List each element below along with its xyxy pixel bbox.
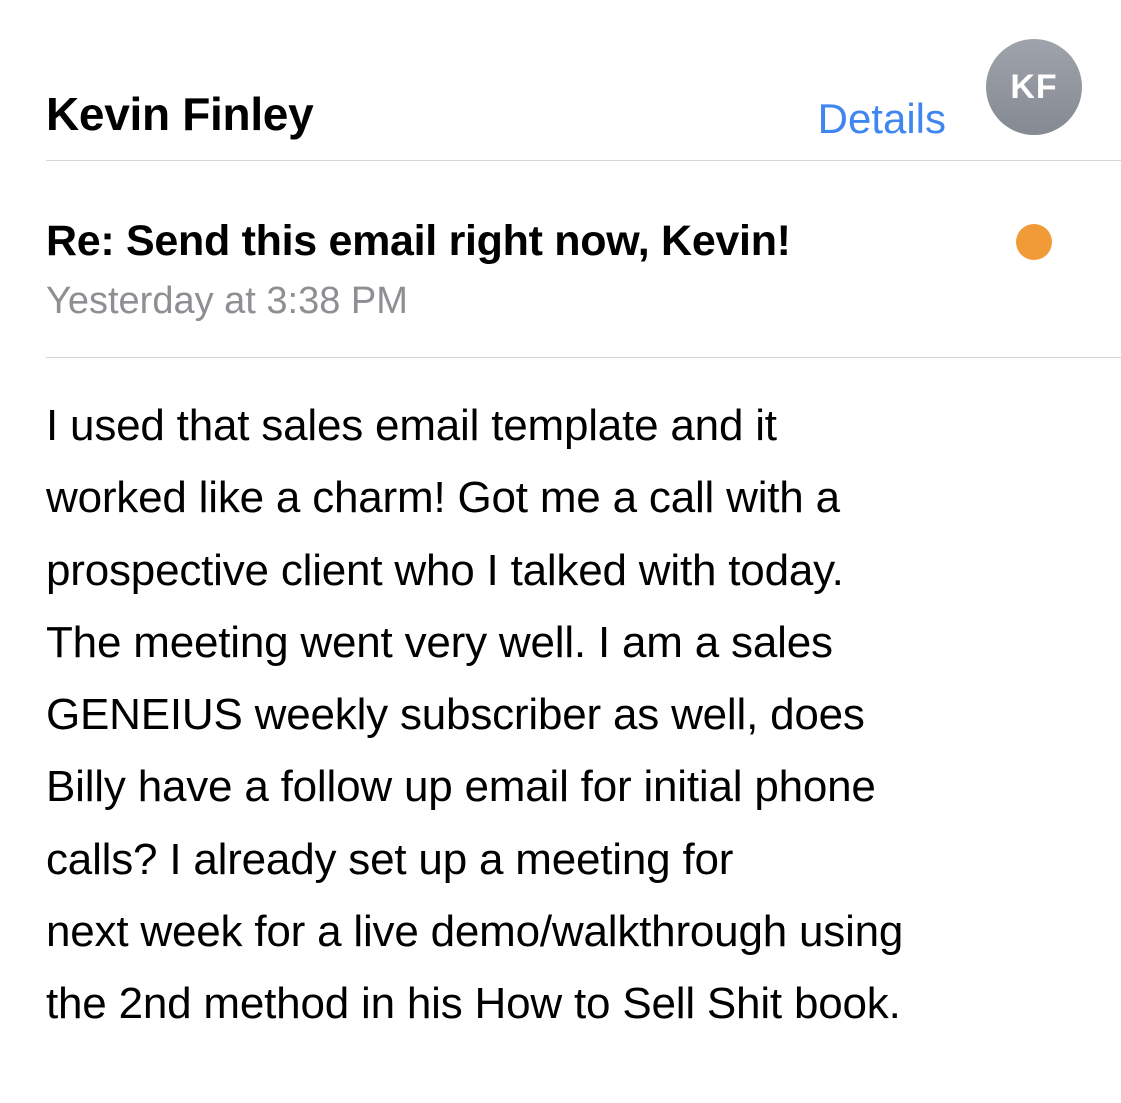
details-button[interactable]: Details	[818, 94, 946, 144]
body-line: next week for a live demo/walkthrough us…	[46, 907, 904, 957]
body-line: the 2nd method in his How to Sell Shit b…	[46, 979, 901, 1029]
email-body: I used that sales email template and it …	[46, 390, 1106, 1041]
body-line: Billy have a follow up email for initial…	[46, 762, 876, 812]
body-line: GENEIUS weekly subscriber as well, does	[46, 690, 865, 740]
email-subject: Re: Send this email right now, Kevin!	[46, 217, 791, 265]
body-line: I used that sales email template and it	[46, 401, 777, 450]
body-line: worked like a charm! Got me a call with …	[46, 473, 840, 523]
email-timestamp: Yesterday at 3:38 PM	[46, 280, 408, 322]
avatar[interactable]: KF	[986, 39, 1082, 135]
body-line: prospective client who I talked with tod…	[46, 545, 844, 595]
body-line: calls? I already set up a meeting for	[46, 834, 734, 884]
header-divider	[46, 160, 1121, 161]
body-line: The meeting went very well. I am a sales	[46, 617, 833, 667]
unread-indicator-dot[interactable]	[1016, 224, 1052, 260]
sender-name: Kevin Finley	[46, 88, 314, 140]
subject-divider	[46, 357, 1121, 358]
